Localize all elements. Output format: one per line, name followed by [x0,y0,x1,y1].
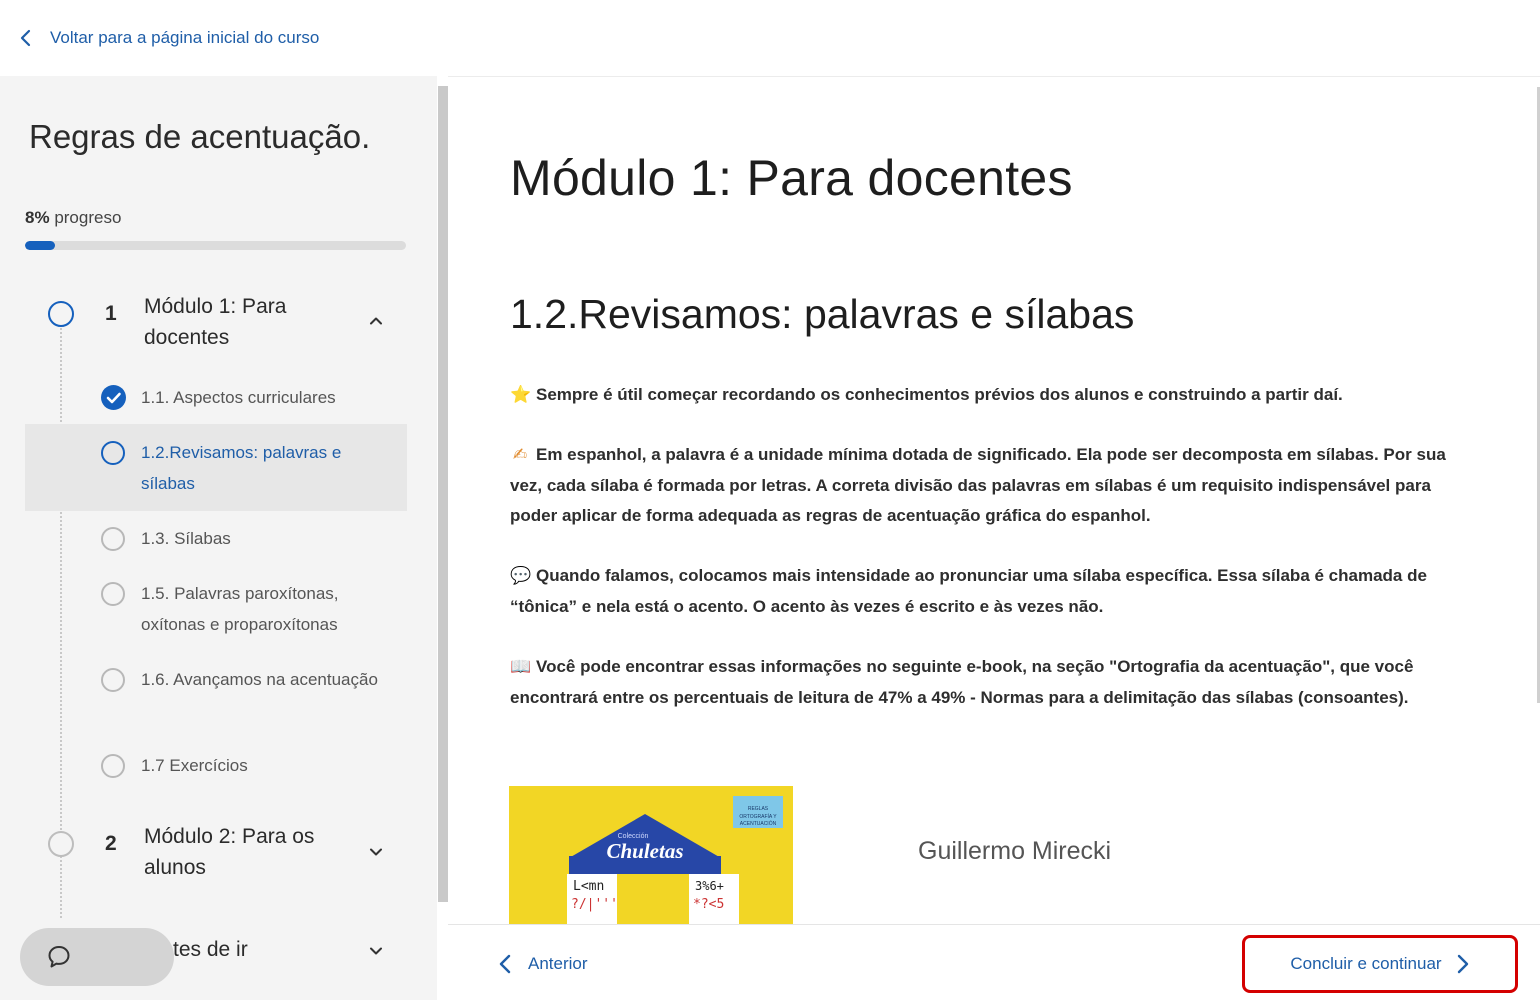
ebook-author: Guillermo Mirecki [918,837,1112,865]
lesson-status-circle [101,582,125,606]
progress-label: 8% progreso [25,208,121,228]
module-status-circle [48,831,74,857]
lesson-label: 1.2.Revisamos: palavras e sílabas [141,443,342,493]
module-title: Módulo 2: Para os alunos [144,825,315,879]
open-book-icon: 📖 [510,657,532,676]
course-sidebar: Regras de acentuação. 8% progreso 1 Módu… [0,76,437,1000]
svg-text:3%6+: 3%6+ [695,879,724,893]
lesson-status-circle [101,441,125,465]
lesson-label: 1.7 Exercícios [141,756,248,775]
svg-text:?/|''': ?/|''' [571,897,618,912]
module-number: 2 [105,832,117,855]
speech-bubble-icon: 💬 [510,566,532,585]
paragraph: 📖 Você pode encontrar essas informações n… [510,652,1480,713]
module-title: Módulo 1: Para docentes [144,295,287,349]
ebook-cover-art: L<mn ?/|''' 3%6+ *?<5 Colección Chuletas… [509,786,793,924]
lesson-item-1-6[interactable]: 1.6. Avançamos na acentuação [25,662,407,728]
lesson-label: 1.1. Aspectos curriculares [141,388,336,407]
module-title: tes de ir [173,938,248,961]
lesson-label: 1.3. Sílabas [141,529,231,548]
lesson-heading: 1.2.Revisamos: palavras e sílabas [510,291,1135,337]
paragraph: ⭐ Sempre é útil começar recordando os con… [510,380,1480,411]
lesson-item-1-1[interactable]: 1.1. Aspectos curriculares [25,380,407,416]
lesson-item-1-7[interactable]: 1.7 Exercícios [25,748,407,784]
lesson-label: 1.6. Avançamos na acentuação [141,670,378,689]
chevron-right-icon [1457,954,1468,974]
writing-hand-icon: ✍ [512,445,528,464]
module-heading: Módulo 1: Para docentes [510,150,1073,206]
chevron-up-icon [370,317,382,325]
lesson-item-1-3[interactable]: 1.3. Sílabas [25,521,407,557]
paragraph-text: Quando falamos, colocamos mais intensida… [510,566,1427,616]
chevron-down-icon [370,947,382,955]
back-to-course-link[interactable]: Voltar para a página inicial do curso [14,24,319,52]
lesson-item-1-2[interactable]: 1.2.Revisamos: palavras e sílabas [25,424,407,511]
star-icon: ⭐ [510,385,532,404]
paragraph-text: Você pode encontrar essas informações no… [510,657,1414,707]
module-2-header[interactable]: 2 Módulo 2: Para os alunos [25,818,407,888]
svg-text:ORTOGRAFÍA Y: ORTOGRAFÍA Y [739,813,777,820]
paragraph-text: Sempre é útil começar recordando os conh… [536,385,1343,404]
svg-text:L<mn: L<mn [573,879,604,894]
lesson-label: 1.5. Palavras paroxítonas, oxítonas e pr… [141,584,339,634]
course-title: Regras de acentuação. [29,118,371,155]
complete-and-continue-button[interactable]: Concluir e continuar [1242,935,1518,993]
svg-text:ACENTUACIÓN: ACENTUACIÓN [740,820,777,827]
module-status-circle [48,301,74,327]
progress-percent: 8% [25,208,50,227]
lesson-content: Módulo 1: Para docentes 1.2.Revisamos: p… [448,76,1540,924]
previous-label: Anterior [528,954,588,973]
top-bar: Voltar para a página inicial do curso [0,0,1540,76]
paragraph: 💬 Quando falamos, colocamos mais intensid… [510,561,1480,622]
chat-bubble-icon [48,946,70,968]
ebook-cover-image[interactable]: L<mn ?/|''' 3%6+ *?<5 Colección Chuletas… [509,786,793,924]
lesson-item-1-5[interactable]: 1.5. Palavras paroxítonas, oxítonas e pr… [25,576,407,642]
progress-bar-fill [25,241,56,250]
paragraph-text: Em espanhol, a palavra é a unidade mínim… [510,445,1446,525]
module-1-header[interactable]: 1 Módulo 1: Para docentes [25,288,407,358]
lesson-footer: Anterior Concluir e continuar [448,924,1540,1000]
next-label: Concluir e continuar [1290,954,1442,973]
chevron-left-icon [20,29,31,47]
lesson-status-circle [101,668,125,692]
svg-text:*?<5: *?<5 [693,897,724,912]
back-link-label: Voltar para a página inicial do curso [50,28,320,47]
progress-bar [25,241,406,250]
svg-text:REGLAS: REGLAS [748,806,769,812]
chat-button[interactable] [20,928,174,986]
paragraph: ✍ Em espanhol, a palavra é a unidade míni… [510,440,1480,532]
module-number: 1 [105,302,117,325]
progress-text: progreso [54,208,122,227]
chevron-left-icon [499,954,511,974]
lesson-status-circle [101,527,125,551]
sidebar-scrollbar[interactable] [438,86,448,902]
chevron-down-icon [370,848,382,856]
lesson-status-circle [101,754,125,778]
book-title-text: Chuletas [606,839,683,863]
previous-button[interactable]: Anterior [498,949,588,979]
completed-check-icon [101,385,126,410]
